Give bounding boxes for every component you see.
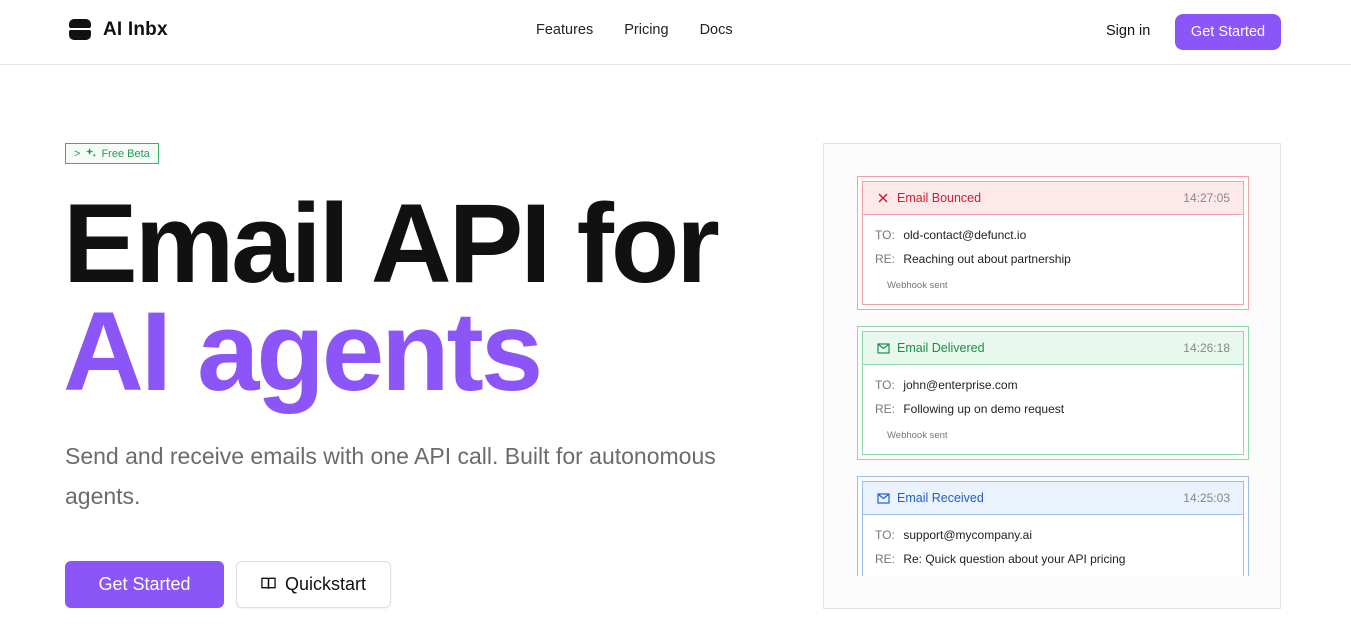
badge-label: Free Beta — [101, 147, 150, 160]
header-get-started-button[interactable]: Get Started — [1175, 14, 1281, 50]
sparkle-icon — [85, 147, 97, 161]
event-to-row: TO: support@mycompany.ai — [875, 528, 1033, 542]
event-re-row: RE: Reaching out about partnership — [875, 252, 1071, 266]
event-header: Email Delivered 14:26:18 — [863, 332, 1243, 365]
event-subject: Re: Quick question about your API pricin… — [903, 552, 1126, 566]
badge-prefix: > — [74, 147, 81, 160]
event-subject: Following up on demo request — [903, 402, 1065, 416]
event-to: john@enterprise.com — [903, 378, 1018, 392]
get-started-button[interactable]: Get Started — [65, 561, 224, 608]
hero-title-line2: AI agents — [63, 289, 543, 414]
nav-features[interactable]: Features — [536, 22, 593, 38]
brand-name: AI Inbx — [103, 19, 168, 40]
event-feed[interactable]: Email Bounced 14:27:05 TO: old-contact@d… — [857, 176, 1249, 576]
main-nav: Features Pricing Docs — [536, 22, 733, 38]
event-subject: Reaching out about partnership — [903, 252, 1071, 266]
sign-in-link[interactable]: Sign in — [1106, 23, 1150, 39]
free-beta-badge: > Free Beta — [65, 143, 159, 164]
event-header: Email Received 14:25:03 — [863, 482, 1243, 515]
event-time: 14:26:18 — [1183, 341, 1230, 355]
event-webhook-note: Webhook sent — [887, 280, 948, 291]
event-time: 14:25:03 — [1183, 491, 1230, 505]
quickstart-label: Quickstart — [284, 574, 367, 594]
logo-icon — [69, 19, 91, 41]
nav-docs[interactable]: Docs — [700, 22, 733, 38]
site-header: AI Inbx Features Pricing Docs Sign in Ge… — [0, 0, 1351, 65]
hero-subtitle: Send and receive emails with one API cal… — [65, 443, 716, 509]
mail-icon — [876, 492, 890, 504]
nav-pricing[interactable]: Pricing — [624, 22, 668, 38]
event-re-row: RE: Re: Quick question about your API pr… — [875, 552, 1126, 566]
event-card-delivered: Email Delivered 14:26:18 TO: john@enterp… — [857, 326, 1249, 460]
event-card-received: Email Received 14:25:03 TO: support@myco… — [857, 476, 1249, 576]
mail-sent-icon — [876, 342, 890, 354]
book-icon — [261, 574, 276, 595]
event-status: Email Bounced — [897, 191, 982, 205]
event-status: Email Received — [897, 491, 984, 505]
event-time: 14:27:05 — [1183, 191, 1230, 205]
event-to-row: TO: old-contact@defunct.io — [875, 228, 1027, 242]
event-header: Email Bounced 14:27:05 — [863, 182, 1243, 215]
event-to: support@mycompany.ai — [903, 528, 1033, 542]
event-status: Email Delivered — [897, 341, 985, 355]
event-re-row: RE: Following up on demo request — [875, 402, 1065, 416]
email-events-panel: Email Bounced 14:27:05 TO: old-contact@d… — [823, 143, 1281, 609]
event-to-row: TO: john@enterprise.com — [875, 378, 1018, 392]
logo[interactable]: AI Inbx — [69, 19, 168, 41]
x-icon — [876, 193, 890, 203]
event-to: old-contact@defunct.io — [903, 228, 1027, 242]
event-webhook-note: Webhook sent — [887, 430, 948, 441]
quickstart-button[interactable]: Quickstart — [236, 561, 391, 608]
event-card-bounced: Email Bounced 14:27:05 TO: old-contact@d… — [857, 176, 1249, 310]
